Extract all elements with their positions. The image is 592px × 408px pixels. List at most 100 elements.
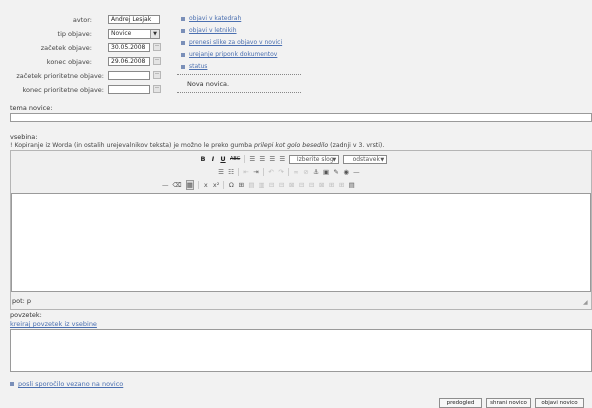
bullet-icon bbox=[181, 28, 185, 33]
merge-cells-icon[interactable]: ⊞ bbox=[339, 181, 345, 189]
summary-link[interactable]: kreiraj povzetek iz vsebine bbox=[10, 320, 97, 328]
calendar-icon[interactable] bbox=[153, 57, 161, 65]
link-upload-images[interactable]: prenesi slike za objavo v novici bbox=[181, 39, 282, 46]
toolbar-row-3: — ⌫ ▦ x x² Ω ⊞ ▤ ▥ ⊟ ⊟ ⊠ ⊟ ⊟ ⊠ ⊞ ⊞ ▤ bbox=[162, 180, 355, 190]
content-editor[interactable] bbox=[11, 193, 591, 292]
status-divider-top bbox=[177, 74, 301, 75]
superscript-icon[interactable]: x² bbox=[213, 181, 219, 189]
separator bbox=[244, 155, 246, 163]
hint-suffix: (zadnji v 3. vrsti). bbox=[328, 142, 385, 149]
title-input[interactable] bbox=[10, 113, 592, 122]
separator bbox=[223, 181, 225, 189]
help-icon[interactable]: ◉ bbox=[343, 168, 349, 176]
hint-emphasis: prilepi kot golo besedilo bbox=[253, 142, 329, 149]
paste-plain-text-icon[interactable]: ▤ bbox=[349, 181, 355, 189]
separator bbox=[197, 181, 199, 189]
summary-label: povzetek: bbox=[10, 311, 42, 319]
separator bbox=[263, 168, 264, 176]
toolbar-row-1: B I U ABC ☰ ☰ ☰ ☰ Izberite slog ▼ odstav… bbox=[200, 154, 388, 164]
type-label: tip objave: bbox=[57, 30, 92, 38]
priority-start-input[interactable] bbox=[108, 71, 150, 80]
bullet-icon bbox=[181, 40, 185, 45]
link-publish-departments[interactable]: objavi v katedrah bbox=[181, 15, 241, 22]
start-date-label: začetek objave: bbox=[40, 44, 92, 52]
style-select[interactable]: Izberite slog ▼ bbox=[289, 154, 340, 164]
type-select[interactable]: Novice ▼ bbox=[108, 29, 160, 39]
cleanup-icon[interactable]: ✎ bbox=[333, 168, 339, 176]
content-label: vsebina: bbox=[10, 133, 38, 141]
visual-aid-icon[interactable]: ▦ bbox=[185, 180, 194, 190]
horizontal-rule-icon[interactable]: — bbox=[353, 168, 360, 176]
bullet-icon bbox=[181, 52, 185, 57]
calendar-icon[interactable] bbox=[153, 43, 161, 51]
insert-row-after-icon[interactable]: ⊟ bbox=[279, 181, 285, 189]
special-char-icon[interactable]: Ω bbox=[228, 181, 234, 189]
link-publish-years[interactable]: objavi v letnikih bbox=[181, 27, 237, 34]
calendar-icon[interactable] bbox=[153, 71, 161, 79]
title-label: tema novice: bbox=[10, 104, 53, 112]
split-cells-icon[interactable]: ⊞ bbox=[329, 181, 335, 189]
link-icon[interactable]: ∞ bbox=[293, 168, 299, 176]
format-select-value: odstavek bbox=[352, 155, 380, 163]
image-icon[interactable]: ▣ bbox=[323, 168, 329, 176]
toolbar-row-2: ☰ ☷ ⇤ ⇥ ↶ ↷ ∞ ⊘ ⚓ ▣ ✎ ◉ — bbox=[218, 167, 360, 177]
chevron-down-icon: ▼ bbox=[332, 156, 337, 163]
chevron-down-icon: ▼ bbox=[380, 156, 385, 163]
align-left-icon[interactable]: ☰ bbox=[249, 155, 255, 163]
author-input[interactable]: Andrej Lesjak bbox=[108, 15, 160, 24]
priority-end-input[interactable] bbox=[108, 85, 150, 94]
align-justify-icon[interactable]: ☰ bbox=[279, 155, 285, 163]
align-right-icon[interactable]: ☰ bbox=[269, 155, 275, 163]
anchor-icon[interactable]: ⚓ bbox=[313, 168, 319, 176]
start-date-input[interactable]: 30.05.2008 bbox=[108, 43, 150, 52]
type-select-value: Novice bbox=[111, 30, 132, 37]
cell-props-icon[interactable]: ▥ bbox=[258, 181, 264, 189]
indent-icon[interactable]: ⇥ bbox=[253, 168, 259, 176]
link-attachments[interactable]: urejanje priponk dokumentov bbox=[181, 51, 277, 58]
strikethrough-icon[interactable]: ABC bbox=[230, 156, 240, 162]
subscript-icon[interactable]: x bbox=[203, 181, 209, 189]
bullet-icon bbox=[181, 16, 185, 21]
author-label: avtor: bbox=[72, 16, 92, 24]
row-props-icon[interactable]: ▤ bbox=[248, 181, 254, 189]
outdent-icon[interactable]: ⇤ bbox=[243, 168, 249, 176]
style-select-value: Izberite slog bbox=[296, 155, 334, 163]
separator bbox=[238, 168, 239, 176]
end-date-label: konec objave: bbox=[46, 58, 92, 66]
paste-hint: ! Kopiranje iz Worda (in ostalih urejeva… bbox=[10, 142, 384, 149]
undo-icon[interactable]: ↶ bbox=[268, 168, 274, 176]
chevron-down-icon: ▼ bbox=[150, 30, 159, 38]
insert-table-icon[interactable]: ⊞ bbox=[238, 181, 244, 189]
priority-end-label: konec prioritetne objave: bbox=[22, 86, 104, 94]
insert-row-before-icon[interactable]: ⊟ bbox=[269, 181, 275, 189]
status-divider-bottom bbox=[177, 92, 301, 93]
numbered-list-icon[interactable]: ☷ bbox=[228, 168, 234, 176]
align-center-icon[interactable]: ☰ bbox=[259, 155, 265, 163]
priority-start-label: začetek prioritetne objave: bbox=[16, 72, 104, 80]
insert-col-before-icon[interactable]: ⊟ bbox=[299, 181, 305, 189]
delete-col-icon[interactable]: ⊠ bbox=[319, 181, 325, 189]
eraser-icon[interactable]: ⌫ bbox=[173, 181, 182, 189]
bullet-icon bbox=[181, 64, 185, 69]
bullet-list-icon[interactable]: ☰ bbox=[218, 168, 224, 176]
link-status[interactable]: status bbox=[181, 63, 207, 70]
send-message-link[interactable]: posli sporočilo vezano na novico bbox=[10, 380, 123, 388]
format-select[interactable]: odstavek ▼ bbox=[343, 154, 388, 164]
bold-icon[interactable]: B bbox=[200, 155, 206, 163]
bullet-icon bbox=[10, 382, 14, 386]
unlink-icon[interactable]: ⊘ bbox=[303, 168, 309, 176]
delete-row-icon[interactable]: ⊠ bbox=[289, 181, 295, 189]
rule-icon[interactable]: — bbox=[162, 181, 169, 189]
resize-handle-icon[interactable]: ◢ bbox=[583, 299, 588, 306]
underline-icon[interactable]: U bbox=[220, 155, 226, 163]
insert-col-after-icon[interactable]: ⊟ bbox=[309, 181, 315, 189]
summary-textarea[interactable] bbox=[10, 329, 592, 372]
italic-icon[interactable]: I bbox=[210, 155, 216, 163]
end-date-input[interactable]: 29.06.2008 bbox=[108, 57, 150, 66]
status-text: Nova novica. bbox=[187, 80, 230, 88]
editor-path: pot: p bbox=[12, 297, 32, 305]
hint-prefix: ! Kopiranje iz Worda (in ostalih urejeva… bbox=[10, 142, 254, 149]
redo-icon[interactable]: ↷ bbox=[278, 168, 284, 176]
calendar-icon[interactable] bbox=[153, 85, 161, 93]
separator bbox=[288, 168, 289, 176]
